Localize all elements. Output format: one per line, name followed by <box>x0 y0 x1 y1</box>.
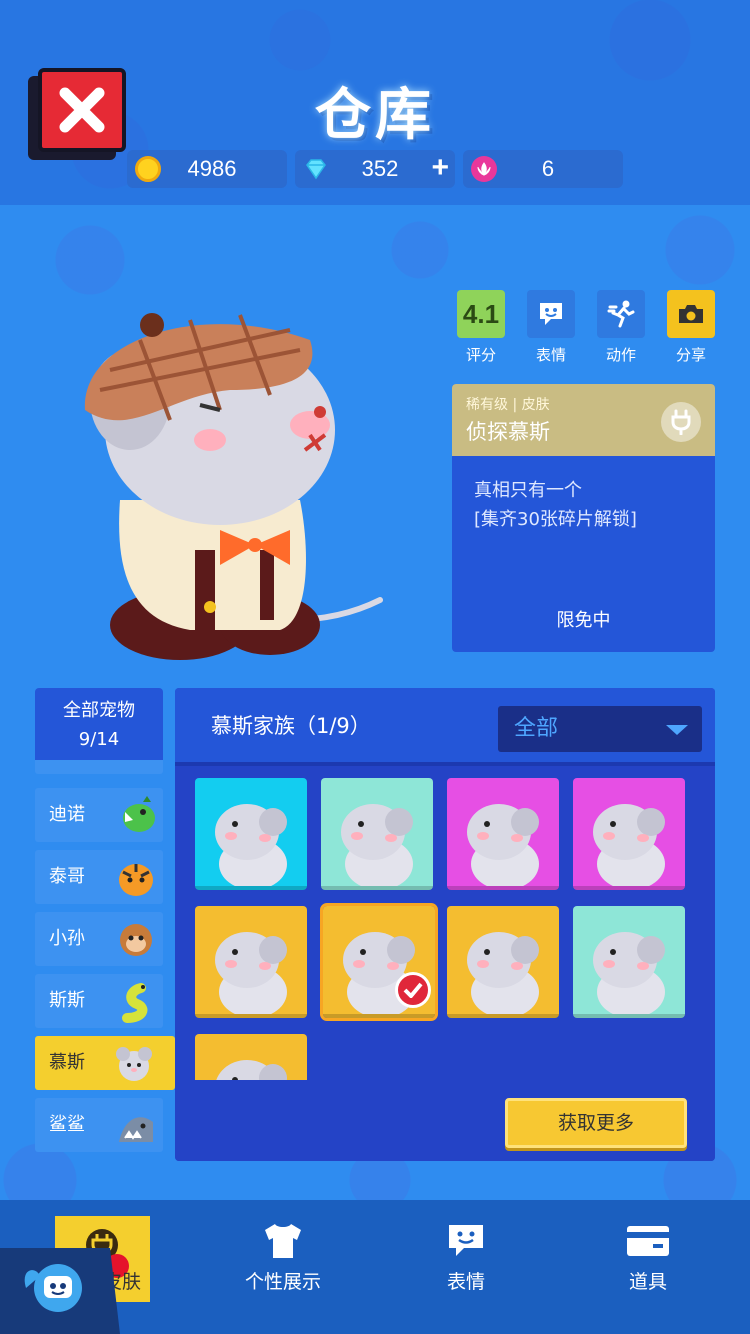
pet-item-shark[interactable]: 鲨鲨 <box>35 1098 163 1152</box>
pet-item-tiger[interactable]: 泰哥 <box>35 850 163 904</box>
pet-item-snake[interactable]: 斯斯 <box>35 974 163 1028</box>
mouse-icon <box>116 1047 152 1081</box>
mouse-skin-icon <box>341 804 413 886</box>
skin-family-panel: 慕斯家族（1/9） 全部 获取更多 <box>175 688 715 1161</box>
get-more-button[interactable]: 获取更多 <box>505 1098 687 1148</box>
diamond-counter: 352 + <box>295 150 455 188</box>
lotus-token-counter: 6 <box>463 150 623 188</box>
card-icon <box>627 1226 669 1256</box>
pet-item-dino[interactable]: 迪诺 <box>35 788 163 842</box>
skin-tile[interactable] <box>573 906 685 1018</box>
camera-icon <box>679 305 703 323</box>
chevron-down-icon <box>666 725 688 735</box>
family-title: 慕斯家族（1/9） <box>211 714 371 738</box>
skin-tile[interactable] <box>447 906 559 1018</box>
mouse-skin-icon <box>467 932 539 1014</box>
emote-button[interactable]: 表情 <box>527 290 575 365</box>
skin-tile[interactable] <box>447 778 559 890</box>
running-icon <box>607 300 635 328</box>
pet-item-mouse[interactable]: 慕斯 <box>35 1036 185 1090</box>
rating-button[interactable]: 4.1 评分 <box>457 290 505 365</box>
skin-status: 限免中 <box>556 610 611 631</box>
nav-personal-display[interactable]: 个性展示 <box>190 1200 376 1334</box>
pet-list[interactable]: 迪诺 泰哥 小孙 斯斯 慕斯 鲨鲨 <box>35 760 185 1155</box>
skin-grid <box>195 778 695 1080</box>
skin-tile[interactable] <box>321 778 433 890</box>
skin-tile[interactable] <box>195 1034 307 1080</box>
page-title: 仓库 <box>315 83 435 148</box>
gold-coin-counter: 4986 <box>127 150 287 188</box>
skin-tile[interactable] <box>573 778 685 890</box>
mouse-skin-icon <box>215 804 287 886</box>
mascot-chat-button[interactable] <box>0 1248 120 1334</box>
pet-character-preview <box>84 313 383 660</box>
chat-smile-icon <box>540 303 562 325</box>
mouse-skin-icon <box>593 932 665 1014</box>
skin-description: 真相只有一个 [集齐30张碎片解锁] <box>474 480 637 530</box>
share-button[interactable]: 分享 <box>667 290 715 365</box>
pet-item-monkey[interactable]: 小孙 <box>35 912 163 966</box>
dino-icon <box>123 796 155 832</box>
shark-icon <box>119 1117 153 1142</box>
skin-tile[interactable] <box>195 778 307 890</box>
chat-smile-icon <box>449 1225 483 1256</box>
tshirt-icon <box>265 1224 301 1258</box>
mouse-skin-icon <box>215 932 287 1014</box>
monkey-icon <box>120 924 152 956</box>
gold-coin-icon <box>135 156 161 182</box>
motion-button[interactable]: 动作 <box>597 290 645 365</box>
diamond-icon <box>306 159 326 180</box>
add-diamond-button[interactable]: + <box>431 152 449 184</box>
mouse-skin-icon <box>593 804 665 886</box>
skin-info-card: 稀有级 | 皮肤 侦探慕斯 真相只有一个 [集齐30张碎片解锁] 限免中 <box>452 384 715 652</box>
selected-check-icon <box>395 972 431 1008</box>
pet-item-partial[interactable] <box>35 760 163 774</box>
mouse-skin-icon <box>216 1060 287 1080</box>
snake-icon <box>122 983 148 1023</box>
plug-icon <box>661 402 701 442</box>
all-pets-header[interactable]: 全部宠物 9/14 <box>35 688 163 760</box>
filter-dropdown[interactable]: 全部 <box>498 706 702 752</box>
lotus-token-icon <box>471 156 497 182</box>
nav-items[interactable]: 道具 <box>555 1200 741 1334</box>
skin-tile[interactable] <box>195 906 307 1018</box>
skin-tile-selected[interactable] <box>320 903 438 1021</box>
nav-emote[interactable]: 表情 <box>373 1200 559 1334</box>
mouse-skin-icon <box>467 804 539 886</box>
tiger-icon <box>119 864 153 896</box>
